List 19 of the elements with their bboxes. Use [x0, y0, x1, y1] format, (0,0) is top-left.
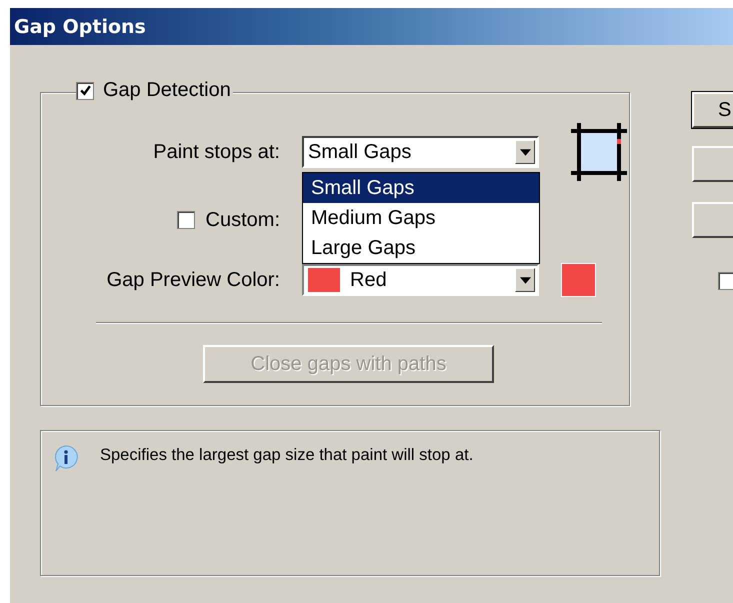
color-swatch[interactable]	[561, 263, 596, 297]
color-chip-icon	[308, 268, 340, 292]
custom-label: Custom:	[206, 208, 280, 232]
gap-square-icon	[571, 123, 627, 181]
dropdown-option[interactable]: Large Gaps	[303, 233, 539, 263]
window-title: Gap Options	[14, 16, 146, 38]
gap-detection-label: Gap Detection	[103, 79, 231, 102]
color-dropdown[interactable]: Red	[302, 264, 539, 296]
info-icon	[52, 444, 80, 472]
dropdown-option[interactable]: Medium Gaps	[303, 203, 539, 233]
custom-checkbox[interactable]	[176, 211, 195, 229]
dropdown-option[interactable]: Small Gaps	[303, 173, 539, 203]
side-checkbox[interactable]	[718, 272, 733, 290]
side-button[interactable]: S	[692, 92, 733, 128]
gap-detection-checkbox[interactable]	[76, 82, 94, 100]
paint-stops-dropdown[interactable]: Small Gaps	[302, 136, 539, 168]
paint-stops-label: Paint stops at:	[153, 140, 281, 164]
info-text: Specifies the largest gap size that paint will stop at.	[100, 445, 474, 465]
gap-preview-color-label: Gap Preview Color:	[106, 268, 281, 292]
